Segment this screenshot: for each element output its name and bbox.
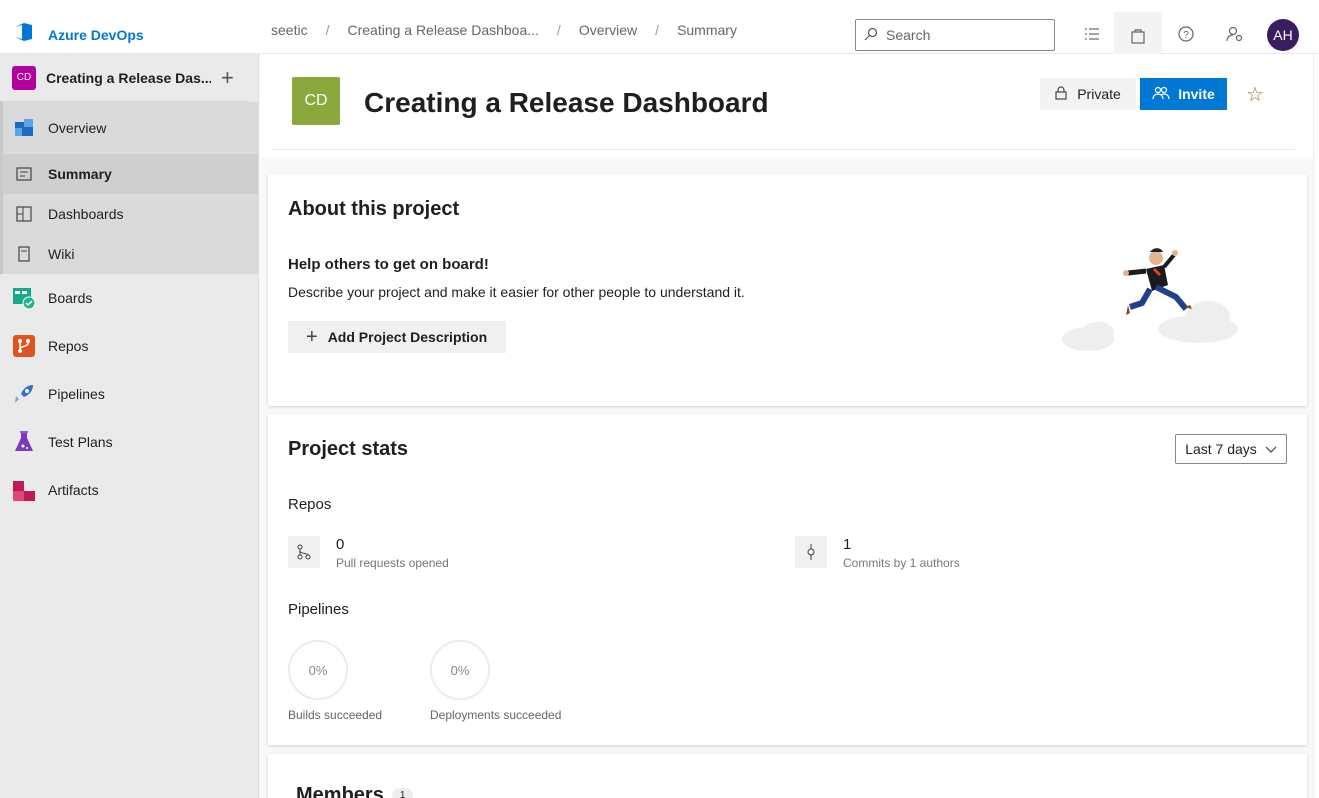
page-title: Creating a Release Dashboard bbox=[364, 87, 769, 118]
breadcrumb: seetic / Creating a Release Dashboa... /… bbox=[271, 22, 737, 38]
commits-label: Commits by 1 authors bbox=[843, 556, 960, 570]
repos-icon bbox=[12, 334, 36, 358]
new-project-plus-icon[interactable]: + bbox=[221, 65, 234, 91]
invite-people-icon bbox=[1152, 86, 1170, 103]
members-count-badge: 1 bbox=[391, 788, 414, 798]
brand-name: Azure DevOps bbox=[48, 26, 144, 43]
pipelines-icon bbox=[12, 382, 36, 406]
project-avatar: CD bbox=[292, 77, 340, 125]
time-range-dropdown[interactable]: Last 7 days bbox=[1175, 434, 1287, 464]
help-title: Help others to get on board! bbox=[288, 256, 489, 273]
repos-section-label: Repos bbox=[288, 496, 332, 513]
commits-count: 1 bbox=[843, 536, 852, 553]
sidebar-item-overview[interactable]: Overview bbox=[0, 102, 258, 154]
sidebar-item-label: Dashboards bbox=[48, 206, 124, 222]
sidebar-item-dashboards[interactable]: Dashboards bbox=[0, 194, 258, 234]
test-plans-icon bbox=[12, 430, 36, 454]
project-stats-card: Project stats Last 7 days Repos 0 Pull r… bbox=[268, 414, 1307, 745]
header-divider bbox=[272, 149, 1295, 150]
pull-requests-label: Pull requests opened bbox=[336, 556, 449, 570]
plus-icon: + bbox=[306, 325, 318, 348]
sidebar-item-label: Repos bbox=[48, 338, 89, 354]
search-placeholder: Search bbox=[886, 27, 931, 43]
sidebar-item-label: Artifacts bbox=[48, 482, 99, 498]
help-icon[interactable]: ? bbox=[1172, 20, 1200, 48]
overview-icon bbox=[12, 116, 36, 140]
main-content: CD Creating a Release Dashboard Private … bbox=[260, 54, 1313, 798]
add-description-label: Add Project Description bbox=[327, 329, 488, 345]
about-card: About this project Help others to get on… bbox=[268, 174, 1307, 406]
search-icon bbox=[864, 27, 878, 44]
deployments-succeeded-ring[interactable]: 0% bbox=[430, 640, 490, 700]
pull-requests-stat[interactable]: 0 Pull requests opened bbox=[288, 536, 449, 570]
pull-requests-count: 0 bbox=[336, 536, 345, 553]
members-label: Members bbox=[296, 784, 384, 798]
dashboards-icon bbox=[12, 202, 36, 226]
sidebar-item-wiki[interactable]: Wiki bbox=[0, 234, 258, 274]
page-header: CD Creating a Release Dashboard Private … bbox=[260, 54, 1313, 158]
marketplace-bag-icon[interactable] bbox=[1114, 12, 1162, 60]
sidebar-item-label: Wiki bbox=[48, 246, 75, 262]
project-name: Creating a Release Das... bbox=[46, 69, 211, 86]
time-range-label: Last 7 days bbox=[1185, 441, 1257, 457]
sidebar-item-label: Test Plans bbox=[48, 434, 113, 450]
commit-icon bbox=[795, 536, 827, 568]
favorite-star-icon[interactable]: ☆ bbox=[1246, 82, 1264, 107]
pipelines-section-label: Pipelines bbox=[288, 601, 349, 618]
project-badge: CD bbox=[12, 65, 36, 90]
members-card: Members 1 bbox=[268, 754, 1307, 798]
deployments-succeeded-label: Deployments succeeded bbox=[430, 708, 562, 722]
jumping-person-illustration bbox=[1058, 239, 1238, 359]
private-button[interactable]: Private bbox=[1040, 78, 1136, 110]
help-description: Describe your project and make it easier… bbox=[288, 284, 745, 300]
user-settings-icon[interactable] bbox=[1221, 20, 1249, 48]
breadcrumb-overview[interactable]: Overview bbox=[579, 22, 637, 38]
artifacts-icon bbox=[12, 478, 36, 502]
builds-succeeded-ring[interactable]: 0% bbox=[288, 640, 348, 700]
work-items-icon[interactable] bbox=[1078, 20, 1106, 48]
about-title: About this project bbox=[288, 198, 460, 220]
sidebar-item-label: Pipelines bbox=[48, 386, 105, 402]
commits-stat[interactable]: 1 Commits by 1 authors bbox=[795, 536, 960, 570]
breadcrumb-org[interactable]: seetic bbox=[271, 22, 308, 38]
breadcrumb-project[interactable]: Creating a Release Dashboa... bbox=[347, 22, 538, 38]
brand[interactable]: Azure DevOps bbox=[12, 20, 144, 49]
builds-succeeded-label: Builds succeeded bbox=[288, 708, 383, 722]
sidebar-item-artifacts[interactable]: Artifacts bbox=[0, 466, 258, 514]
top-bar: Azure DevOps seetic / Creating a Release… bbox=[0, 0, 1319, 60]
private-label: Private bbox=[1077, 86, 1121, 102]
scrollbar-track[interactable] bbox=[1313, 54, 1319, 798]
search-box[interactable]: Search bbox=[855, 19, 1055, 51]
sidebar-item-repos[interactable]: Repos bbox=[0, 322, 258, 370]
sidebar: CD Creating a Release Das... + Overview … bbox=[0, 54, 259, 798]
wiki-icon bbox=[12, 242, 36, 266]
breadcrumb-summary[interactable]: Summary bbox=[677, 22, 737, 38]
sidebar-item-label: Summary bbox=[48, 166, 112, 182]
lock-icon bbox=[1055, 85, 1067, 103]
project-header[interactable]: CD Creating a Release Das... + bbox=[0, 54, 248, 102]
members-title: Members 1 bbox=[296, 784, 414, 798]
invite-button[interactable]: Invite bbox=[1140, 78, 1227, 110]
stats-title: Project stats bbox=[288, 438, 409, 460]
sidebar-item-pipelines[interactable]: Pipelines bbox=[0, 370, 258, 418]
pull-request-icon bbox=[288, 536, 320, 568]
sidebar-item-boards[interactable]: Boards bbox=[0, 274, 258, 322]
svg-text:?: ? bbox=[1183, 30, 1189, 41]
avatar[interactable]: AH bbox=[1267, 19, 1299, 51]
chevron-down-icon bbox=[1265, 441, 1277, 457]
sidebar-item-label: Boards bbox=[48, 290, 93, 306]
sidebar-item-test-plans[interactable]: Test Plans bbox=[0, 418, 258, 466]
summary-icon bbox=[12, 162, 36, 186]
add-project-description-button[interactable]: + Add Project Description bbox=[288, 321, 506, 353]
sidebar-item-summary[interactable]: Summary bbox=[0, 154, 258, 194]
boards-icon bbox=[12, 286, 36, 310]
sidebar-item-label: Overview bbox=[48, 120, 107, 136]
azure-devops-logo-icon bbox=[12, 20, 36, 49]
invite-label: Invite bbox=[1178, 86, 1215, 102]
